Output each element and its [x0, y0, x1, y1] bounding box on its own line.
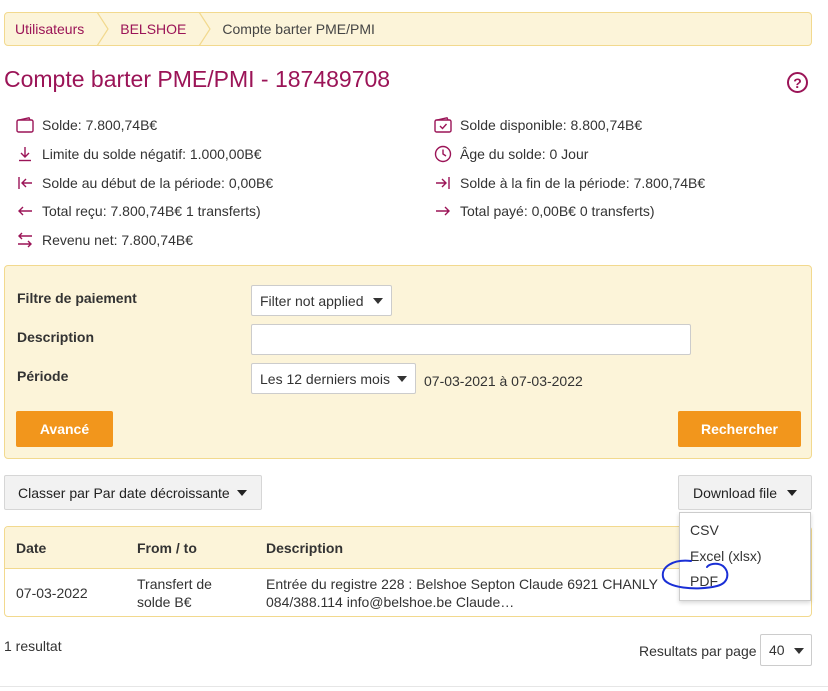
stat-period-start: Solde au début de la période: 0,00B€ [16, 174, 273, 192]
per-page-value: 40 [769, 642, 785, 658]
help-icon[interactable]: ? [787, 72, 808, 93]
menu-item-csv[interactable]: CSV [690, 522, 719, 538]
chevron-down-icon [373, 298, 383, 304]
period-value: Les 12 derniers mois [260, 370, 390, 387]
cell-date: 07-03-2022 [16, 585, 88, 601]
menu-item-excel[interactable]: Excel (xlsx) [690, 548, 762, 564]
column-header-date[interactable]: Date [16, 540, 46, 556]
stat-negative-limit: Limite du solde négatif: 1.000,00B€ [16, 145, 262, 163]
per-page-label: Resultats par page [639, 643, 757, 659]
description-input[interactable] [251, 324, 691, 355]
arrow-left-icon [16, 202, 34, 220]
menu-item-pdf[interactable]: PDF [690, 573, 718, 589]
download-file-label: Download file [693, 484, 778, 501]
period-range: 07-03-2021 à 07-03-2022 [424, 373, 583, 389]
stat-period-end-text: Solde à la fin de la période: 7.800,74B€ [460, 175, 706, 191]
stat-net-income-text: Revenu net: 7.800,74B€ [42, 232, 194, 248]
payment-filter-value: Filter not applied [260, 292, 364, 309]
arrow-right-icon [434, 202, 452, 220]
breadcrumb-separator-icon [198, 12, 212, 46]
column-header-description[interactable]: Description [266, 540, 343, 556]
stat-available-balance: Solde disponible: 8.800,74B€ [434, 116, 642, 134]
breadcrumb-item-current: Compte barter PME/PMI [222, 21, 375, 37]
chevron-down-icon [237, 490, 247, 496]
breadcrumb-separator-icon [96, 12, 110, 46]
divider [0, 686, 828, 687]
stat-negative-limit-text: Limite du solde négatif: 1.000,00B€ [42, 146, 262, 162]
stat-total-paid-text: Total payé: 0,00B€ 0 transferts) [460, 203, 655, 219]
end-bar-arrow-icon [434, 174, 452, 192]
stat-balance-age: Âge du solde: 0 Jour [434, 145, 588, 163]
stat-balance-text: Solde: 7.800,74B€ [42, 117, 158, 133]
search-button[interactable]: Rechercher [678, 411, 801, 447]
filter-panel: Filtre de paiement Filter not applied De… [4, 265, 812, 459]
stat-balance-age-text: Âge du solde: 0 Jour [460, 146, 589, 162]
cell-description-line2: 084/388.114 info@belshoe.be Claude… [266, 594, 515, 610]
stat-total-received-text: Total reçu: 7.800,74B€ 1 transferts) [42, 203, 261, 219]
sort-dropdown-button[interactable]: Classer par Par date décroissante [4, 475, 262, 510]
stat-total-paid: Total payé: 0,00B€ 0 transferts) [434, 202, 655, 220]
stat-balance: Solde: 7.800,74B€ [16, 116, 157, 134]
payment-filter-select[interactable]: Filter not applied [251, 285, 392, 316]
chevron-down-icon [787, 490, 797, 496]
period-label: Période [17, 368, 69, 384]
wallet-icon [16, 116, 34, 134]
wallet-check-icon [434, 116, 452, 134]
download-format-menu: CSV Excel (xlsx) PDF [679, 512, 811, 601]
clock-icon [434, 145, 452, 163]
cell-from-to-line2: solde B€ [137, 594, 192, 610]
payment-filter-label: Filtre de paiement [17, 290, 137, 306]
breadcrumb: Utilisateurs BELSHOE Compte barter PME/P… [4, 12, 812, 46]
per-page-select[interactable]: 40 [760, 634, 812, 666]
stat-period-start-text: Solde au début de la période: 0,00B€ [42, 175, 274, 191]
page-title: Compte barter PME/PMI - 187489708 [4, 66, 391, 92]
stat-net-income: Revenu net: 7.800,74B€ [16, 231, 193, 249]
result-count: 1 resultat [4, 638, 62, 654]
swap-arrows-icon [16, 231, 34, 249]
period-select[interactable]: Les 12 derniers mois [251, 363, 416, 394]
stat-period-end: Solde à la fin de la période: 7.800,74B€ [434, 174, 705, 192]
cell-from-to-line1: Transfert de [137, 576, 212, 592]
breadcrumb-item-users[interactable]: Utilisateurs [5, 13, 96, 45]
download-file-button[interactable]: Download file [678, 475, 812, 510]
chevron-down-icon [397, 376, 407, 382]
stat-available-balance-text: Solde disponible: 8.800,74B€ [460, 117, 643, 133]
chevron-down-icon [794, 648, 804, 654]
cell-description-line1: Entrée du registre 228 : Belshoe Septon … [266, 576, 658, 592]
stat-total-received: Total reçu: 7.800,74B€ 1 transferts) [16, 202, 261, 220]
sort-label: Classer par Par date décroissante [18, 484, 230, 501]
advanced-button[interactable]: Avancé [16, 411, 113, 447]
breadcrumb-item-belshoe[interactable]: BELSHOE [110, 13, 198, 45]
column-header-from-to[interactable]: From / to [137, 540, 197, 556]
start-bar-arrow-icon [16, 174, 34, 192]
description-label: Description [17, 329, 95, 345]
download-arrow-icon [16, 145, 34, 163]
